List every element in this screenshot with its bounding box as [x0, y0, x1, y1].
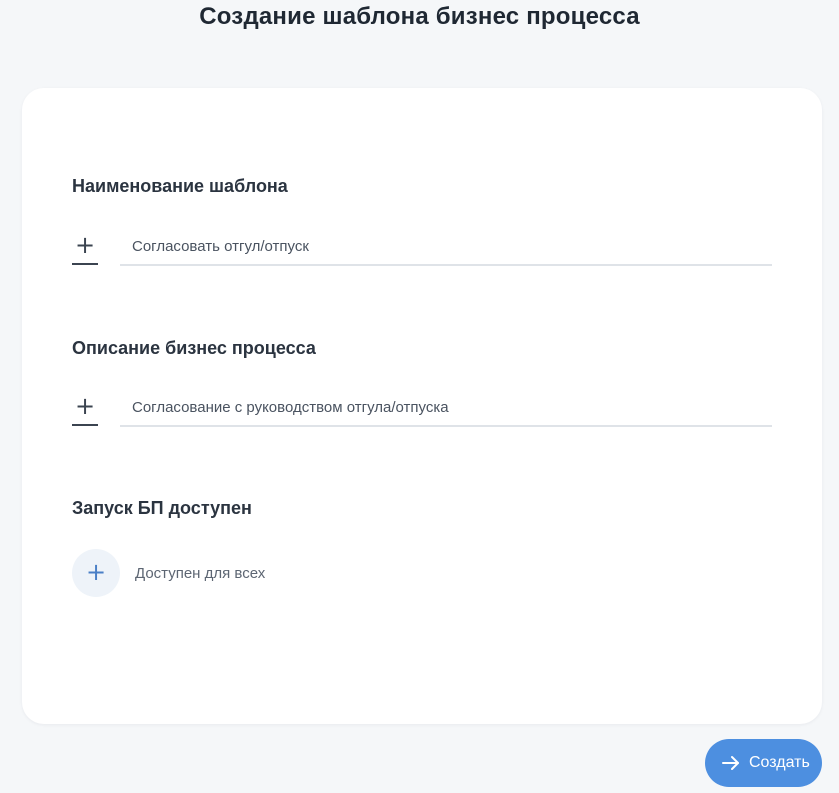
form-card: Наименование шаблона + Согласовать отгул… [22, 88, 822, 724]
access-value: Доступен для всех [135, 565, 266, 582]
plus-icon: + [74, 231, 96, 259]
launch-access-label: Запуск БП доступен [72, 498, 252, 518]
plus-underline [72, 263, 98, 265]
arrow-right-icon [722, 756, 739, 770]
create-button[interactable]: Создать [705, 739, 822, 787]
page-title: Создание шаблона бизнес процесса [199, 3, 640, 30]
plus-underline [72, 424, 98, 426]
template-name-field[interactable]: Согласовать отгул/отпуск [120, 236, 772, 266]
plus-icon: + [74, 392, 96, 420]
add-access-button[interactable]: + [72, 549, 120, 597]
add-template-name-button[interactable]: + [72, 231, 98, 265]
template-name-label: Наименование шаблона [72, 176, 288, 196]
description-label: Описание бизнес процесса [72, 338, 316, 358]
create-button-label: Создать [749, 754, 810, 771]
add-description-button[interactable]: + [72, 392, 98, 426]
description-field[interactable]: Согласование с руководством отгула/отпус… [120, 397, 772, 427]
plus-icon: + [85, 558, 107, 586]
